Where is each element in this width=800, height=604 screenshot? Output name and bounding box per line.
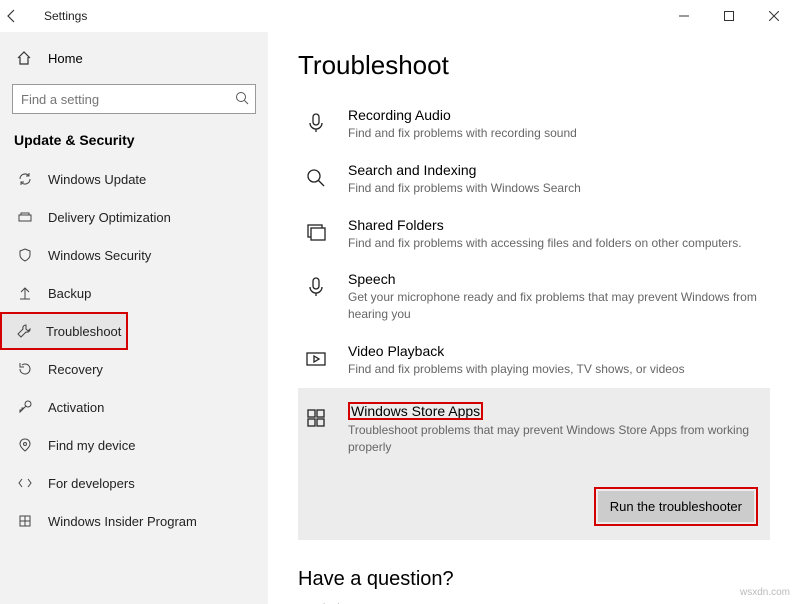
- folder-icon: [302, 219, 330, 247]
- back-button[interactable]: [4, 8, 36, 24]
- sidebar-item-for-developers[interactable]: For developers: [0, 464, 268, 502]
- watermark: wsxdn.com: [740, 587, 790, 598]
- troubleshoot-item-desc: Find and fix problems with playing movie…: [348, 361, 685, 378]
- sidebar-item-label: For developers: [48, 476, 135, 491]
- troubleshoot-item-label: Windows Store Apps: [348, 402, 483, 420]
- sidebar-item-label: Find my device: [48, 438, 135, 453]
- delivery-icon: [16, 208, 34, 226]
- search-icon: [302, 164, 330, 192]
- sidebar-home-label: Home: [48, 51, 83, 66]
- mic-icon: [302, 273, 330, 301]
- troubleshoot-item-label: Recording Audio: [348, 107, 577, 123]
- sidebar-section-title: Update & Security: [0, 128, 268, 160]
- sidebar-item-find-my-device[interactable]: Find my device: [0, 426, 268, 464]
- troubleshoot-item-video-playback[interactable]: Video Playback Find and fix problems wit…: [298, 333, 770, 388]
- maximize-button[interactable]: [706, 1, 751, 31]
- sidebar-item-troubleshoot[interactable]: Troubleshoot: [0, 312, 128, 350]
- search-input[interactable]: [12, 84, 256, 114]
- troubleshoot-item-label: Search and Indexing: [348, 162, 581, 178]
- sidebar-item-label: Troubleshoot: [46, 324, 121, 339]
- video-icon: [302, 345, 330, 373]
- sidebar-item-label: Recovery: [48, 362, 103, 377]
- insider-icon: [16, 512, 34, 530]
- troubleshoot-item-label: Video Playback: [348, 343, 685, 359]
- minimize-button[interactable]: [661, 1, 706, 31]
- page-title: Troubleshoot: [298, 50, 770, 81]
- sidebar-item-label: Windows Insider Program: [48, 514, 197, 529]
- troubleshoot-item-windows-store-apps[interactable]: Windows Store Apps Troubleshoot problems…: [298, 388, 770, 541]
- troubleshoot-item-desc: Find and fix problems with accessing fil…: [348, 235, 742, 252]
- troubleshoot-item-desc: Troubleshoot problems that may prevent W…: [348, 422, 766, 456]
- sidebar-item-recovery[interactable]: Recovery: [0, 350, 268, 388]
- troubleshoot-item-desc: Find and fix problems with Windows Searc…: [348, 180, 581, 197]
- sidebar-item-label: Delivery Optimization: [48, 210, 171, 225]
- backup-icon: [16, 284, 34, 302]
- code-icon: [16, 474, 34, 492]
- titlebar: Settings: [0, 0, 800, 32]
- window-title: Settings: [36, 9, 87, 23]
- search-wrap: [12, 84, 256, 114]
- question-title: Have a question?: [298, 568, 770, 591]
- sidebar-item-activation[interactable]: Activation: [0, 388, 268, 426]
- troubleshoot-item-recording-audio[interactable]: Recording Audio Find and fix problems wi…: [298, 97, 770, 152]
- wrench-icon: [16, 322, 32, 340]
- troubleshoot-item-search-indexing[interactable]: Search and Indexing Find and fix problem…: [298, 152, 770, 207]
- mic-icon: [302, 109, 330, 137]
- sidebar-item-windows-update[interactable]: Windows Update: [0, 160, 268, 198]
- home-icon: [16, 50, 34, 66]
- recovery-icon: [16, 360, 34, 378]
- sidebar: Home Update & Security Windows Update De…: [0, 32, 268, 604]
- sync-icon: [16, 170, 34, 188]
- close-button[interactable]: [751, 1, 796, 31]
- troubleshoot-item-speech[interactable]: Speech Get your microphone ready and fix…: [298, 261, 770, 333]
- troubleshoot-item-desc: Find and fix problems with recording sou…: [348, 125, 577, 142]
- troubleshoot-item-label: Shared Folders: [348, 217, 742, 233]
- troubleshoot-item-desc: Get your microphone ready and fix proble…: [348, 289, 766, 323]
- sidebar-nav: Windows Update Delivery Optimization Win…: [0, 160, 268, 604]
- store-icon: [302, 404, 330, 432]
- sidebar-item-label: Backup: [48, 286, 91, 301]
- troubleshoot-item-shared-folders[interactable]: Shared Folders Find and fix problems wit…: [298, 207, 770, 262]
- sidebar-item-label: Windows Security: [48, 248, 151, 263]
- sidebar-item-backup[interactable]: Backup: [0, 274, 268, 312]
- sidebar-item-windows-insider[interactable]: Windows Insider Program: [0, 502, 268, 540]
- run-troubleshooter-button[interactable]: Run the troubleshooter: [598, 491, 754, 522]
- shield-icon: [16, 246, 34, 264]
- sidebar-home[interactable]: Home: [0, 42, 268, 74]
- sidebar-item-windows-security[interactable]: Windows Security: [0, 236, 268, 274]
- search-icon: [234, 90, 250, 106]
- main-content: Troubleshoot Recording Audio Find and fi…: [268, 32, 800, 604]
- location-icon: [16, 436, 34, 454]
- key-icon: [16, 398, 34, 416]
- sidebar-item-label: Activation: [48, 400, 104, 415]
- sidebar-item-label: Windows Update: [48, 172, 146, 187]
- sidebar-item-delivery-optimization[interactable]: Delivery Optimization: [0, 198, 268, 236]
- troubleshoot-item-label: Speech: [348, 271, 766, 287]
